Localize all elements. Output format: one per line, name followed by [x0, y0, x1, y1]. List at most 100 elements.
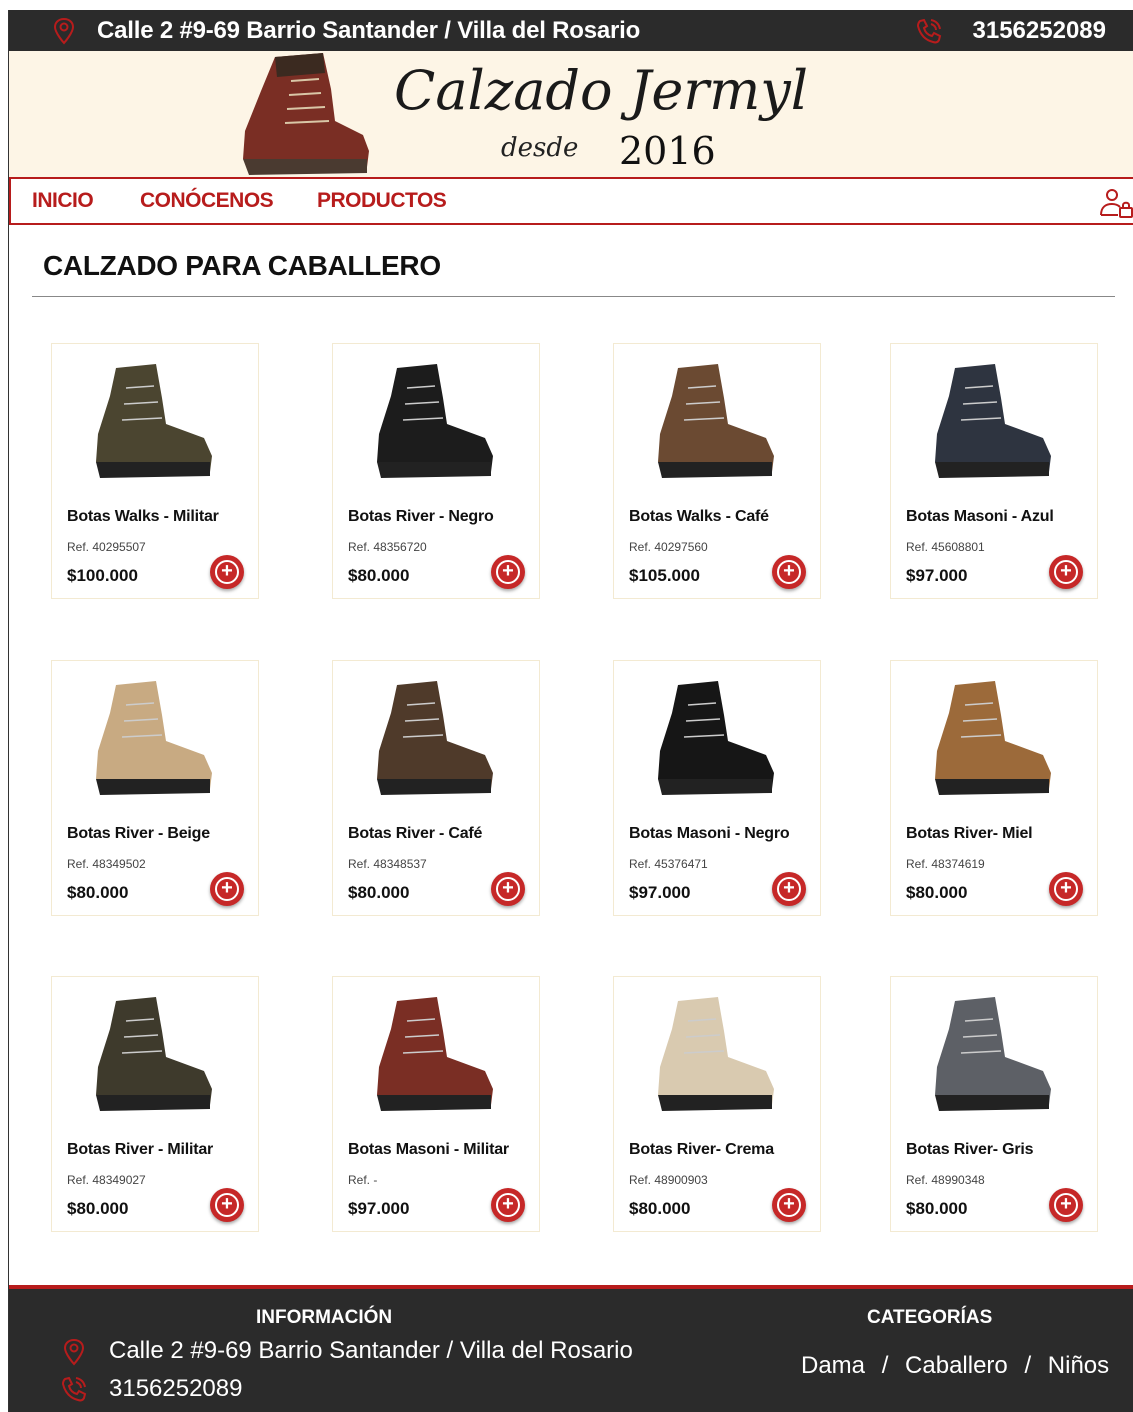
product-name[interactable]: Botas Masoni - Militar [348, 1141, 509, 1159]
product-price: $100.000 [67, 566, 138, 585]
product-name[interactable]: Botas River- Crema [629, 1141, 774, 1159]
product-name[interactable]: Botas Walks - Café [629, 508, 769, 526]
product-card[interactable]: Botas River- Gris Ref. 48990348 $80.000 [890, 976, 1098, 1232]
product-card[interactable]: Botas River - Negro Ref. 48356720 $80.000 [332, 343, 540, 599]
product-image[interactable] [367, 991, 507, 1119]
add-to-cart-button[interactable] [772, 872, 806, 906]
boot-sole [658, 1095, 772, 1111]
category-link-caballero[interactable]: Caballero [905, 1352, 1008, 1379]
boot-sole [658, 462, 772, 478]
brand-since-label: desde [501, 133, 579, 163]
product-ref: Ref. 48374619 [906, 857, 985, 871]
product-name[interactable]: Botas River- Miel [906, 825, 1033, 843]
logo-boot-icon[interactable] [235, 51, 375, 177]
product-image[interactable] [648, 991, 788, 1119]
product-name[interactable]: Botas River - Beige [67, 825, 210, 843]
boot-shape [935, 681, 1051, 793]
product-price: $80.000 [906, 1199, 968, 1218]
add-to-cart-button[interactable] [491, 872, 525, 906]
product-ref: Ref. 45376471 [629, 857, 708, 871]
category-separator: / [1024, 1352, 1032, 1379]
add-to-cart-button[interactable] [1049, 872, 1083, 906]
product-name[interactable]: Botas Masoni - Azul [906, 508, 1054, 526]
add-to-cart-button[interactable] [772, 1188, 806, 1222]
product-price: $80.000 [67, 1199, 129, 1218]
add-to-cart-button[interactable] [210, 555, 244, 589]
product-image[interactable] [367, 675, 507, 803]
product-image[interactable] [86, 991, 226, 1119]
add-to-cart-button[interactable] [1049, 555, 1083, 589]
product-image[interactable] [925, 991, 1065, 1119]
product-ref: Ref. 48349502 [67, 857, 146, 871]
product-card[interactable]: Botas Masoni - Azul Ref. 45608801 $97.000 [890, 343, 1098, 599]
site-header: Calzado Jermyl desde 2016 [9, 51, 1133, 177]
top-phone[interactable]: 3156252089 [973, 17, 1106, 45]
category-link-dama[interactable]: Dama [801, 1352, 865, 1379]
footer-phone-icon [61, 1376, 87, 1402]
add-to-cart-button[interactable] [491, 555, 525, 589]
product-price: $97.000 [348, 1199, 410, 1218]
product-image[interactable] [925, 358, 1065, 486]
add-to-cart-button[interactable] [210, 1188, 244, 1222]
product-name[interactable]: Botas Masoni - Negro [629, 825, 790, 843]
boot-sole [377, 462, 491, 478]
product-card[interactable]: Botas River - Beige Ref. 48349502 $80.000 [51, 660, 259, 916]
product-card[interactable]: Botas River - Café Ref. 48348537 $80.000 [332, 660, 540, 916]
top-bar: Calle 2 #9-69 Barrio Santander / Villa d… [9, 10, 1133, 51]
add-to-cart-button[interactable] [210, 872, 244, 906]
product-image[interactable] [648, 358, 788, 486]
category-separator: / [881, 1352, 889, 1379]
main-nav: INICIO CONÓCENOS PRODUCTOS [9, 177, 1133, 225]
footer-info-title: INFORMACIÓN [256, 1307, 393, 1328]
product-name[interactable]: Botas Walks - Militar [67, 508, 219, 526]
footer-phone[interactable]: 3156252089 [109, 1375, 242, 1403]
user-account-icon[interactable] [1098, 187, 1133, 219]
product-price: $105.000 [629, 566, 700, 585]
product-card[interactable]: Botas Walks - Café Ref. 40297560 $105.000 [613, 343, 821, 599]
product-name[interactable]: Botas River - Negro [348, 508, 494, 526]
product-ref: Ref. 48348537 [348, 857, 427, 871]
boot-shape [377, 681, 493, 793]
product-card[interactable]: Botas River - Militar Ref. 48349027 $80.00… [51, 976, 259, 1232]
footer-categories-title: CATEGORÍAS [867, 1307, 993, 1328]
boot-shape [96, 364, 212, 476]
add-to-cart-button[interactable] [491, 1188, 525, 1222]
nav-item-productos[interactable]: PRODUCTOS [317, 189, 447, 213]
product-card[interactable]: Botas River- Miel Ref. 48374619 $80.000 [890, 660, 1098, 916]
boot-sole [96, 1095, 210, 1111]
product-ref: Ref. 40297560 [629, 540, 708, 554]
product-card[interactable]: Botas Masoni - Militar Ref. - $97.000 [332, 976, 540, 1232]
add-to-cart-button[interactable] [772, 555, 806, 589]
product-card[interactable]: Botas Walks - Militar Ref. 40295507 $100.0… [51, 343, 259, 599]
product-ref: Ref. 48990348 [906, 1173, 985, 1187]
nav-item-inicio[interactable]: INICIO [32, 189, 94, 213]
boot-shape [935, 364, 1051, 476]
product-image[interactable] [648, 675, 788, 803]
product-card[interactable]: Botas River- Crema Ref. 48900903 $80.000 [613, 976, 821, 1232]
product-name[interactable]: Botas River - Militar [67, 1141, 213, 1159]
product-ref: Ref. 48349027 [67, 1173, 146, 1187]
product-ref: Ref. - [348, 1173, 378, 1187]
product-price: $80.000 [906, 883, 968, 902]
footer-categories: Dama / Caballero / Niños [801, 1352, 1109, 1380]
product-name[interactable]: Botas River - Café [348, 825, 482, 843]
product-image[interactable] [86, 358, 226, 486]
product-name[interactable]: Botas River- Gris [906, 1141, 1034, 1159]
product-image[interactable] [367, 358, 507, 486]
boot-shape [658, 681, 774, 793]
product-price: $80.000 [348, 883, 410, 902]
boot-shape [377, 997, 493, 1109]
category-link-ninos[interactable]: Niños [1048, 1352, 1109, 1379]
product-card[interactable]: Botas Masoni - Negro Ref. 45376471 $97.000 [613, 660, 821, 916]
brand-name: Calzado Jermyl [394, 59, 809, 122]
boot-sole [96, 462, 210, 478]
boot-shape [96, 997, 212, 1109]
site-footer: INFORMACIÓN Calle 2 #9-69 Barrio Santand… [9, 1285, 1133, 1412]
product-image[interactable] [86, 675, 226, 803]
product-ref: Ref. 40295507 [67, 540, 146, 554]
product-price: $80.000 [629, 1199, 691, 1218]
product-image[interactable] [925, 675, 1065, 803]
add-to-cart-button[interactable] [1049, 1188, 1083, 1222]
boot-shape [658, 997, 774, 1109]
nav-item-conocenos[interactable]: CONÓCENOS [140, 189, 274, 213]
